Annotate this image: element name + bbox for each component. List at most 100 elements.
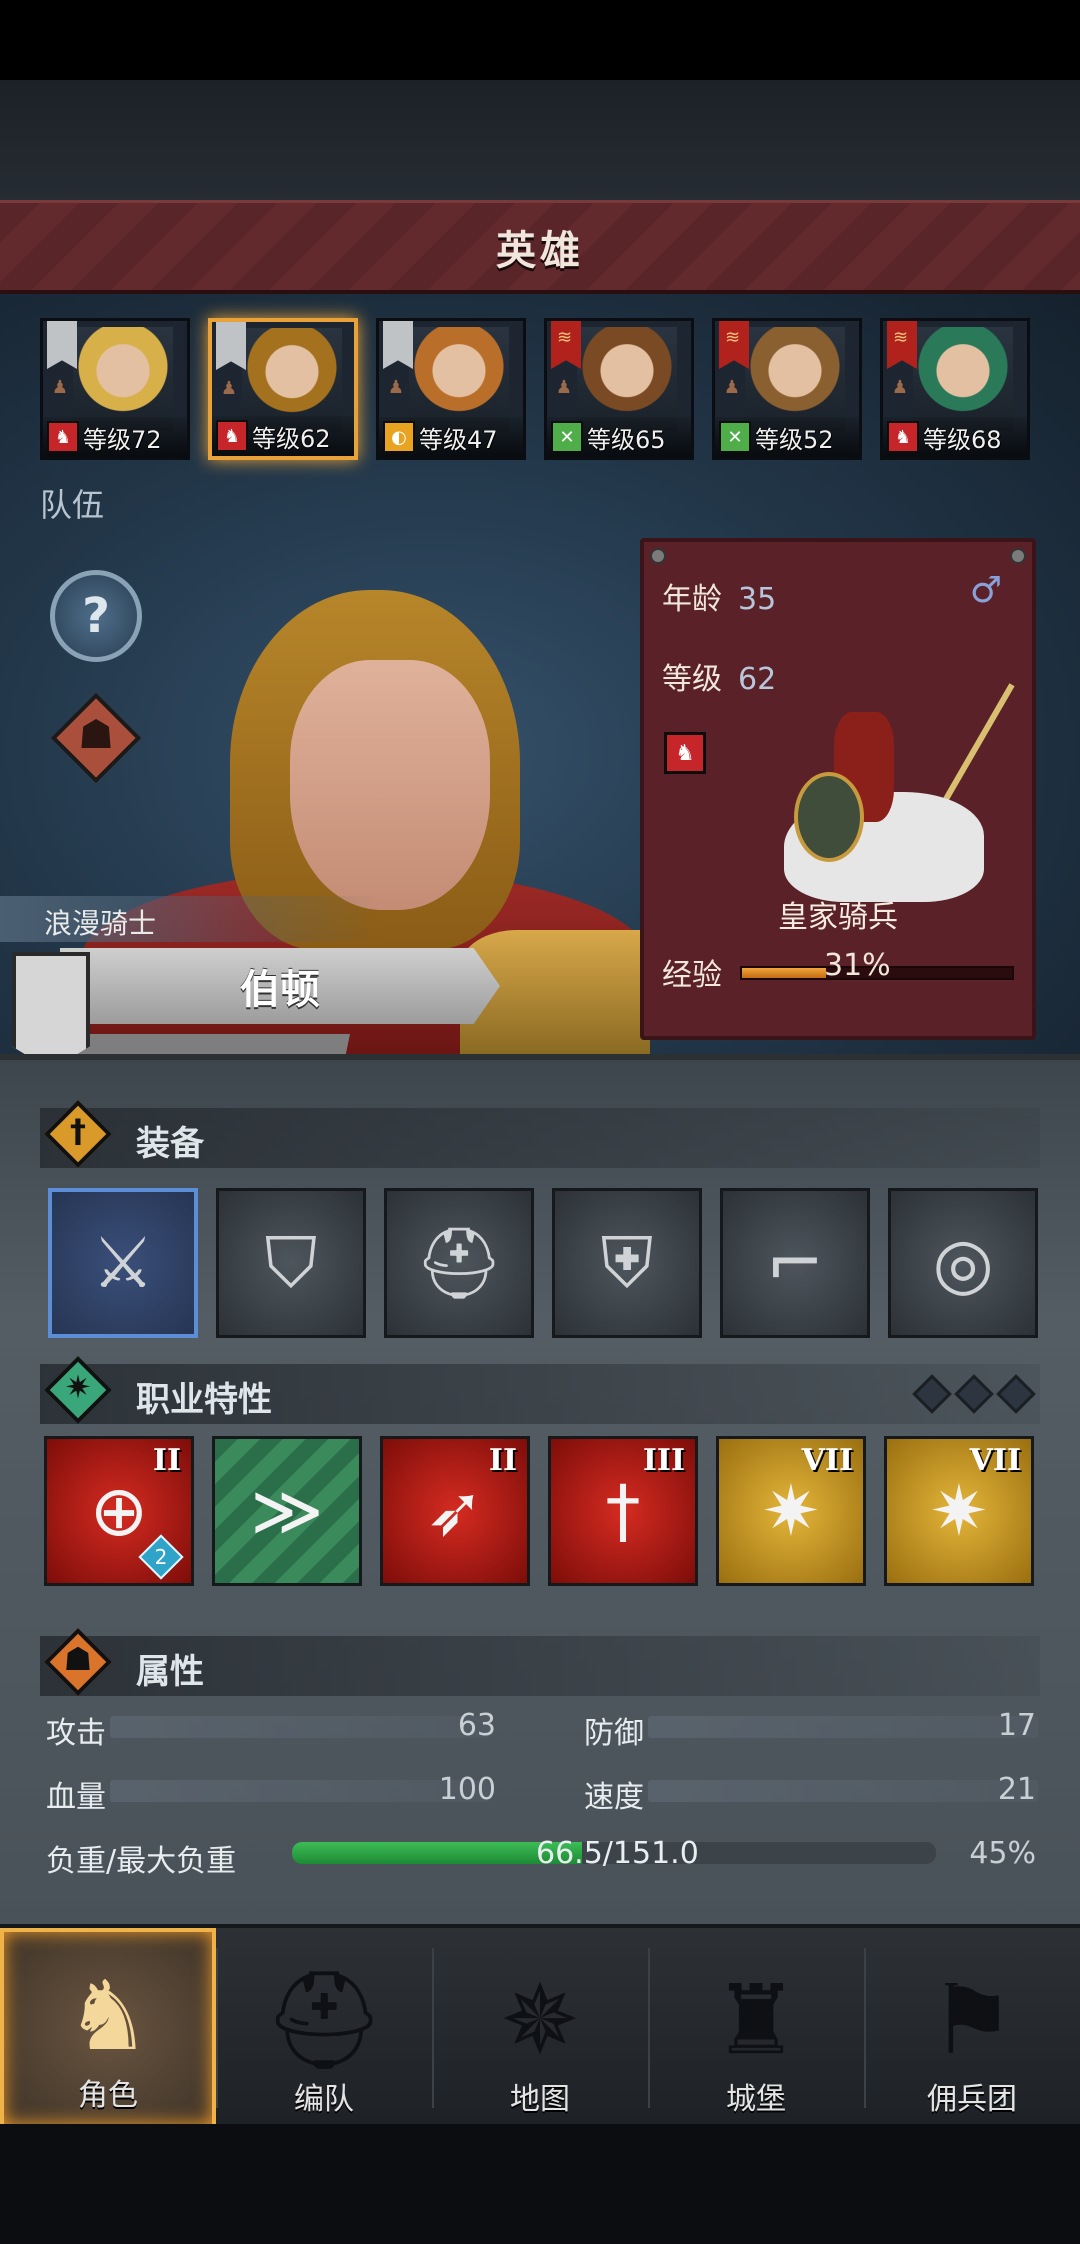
- status-bar: [0, 0, 1080, 80]
- soldier-icon: ♟: [387, 377, 405, 398]
- hero-banner-icon[interactable]: [12, 952, 90, 1070]
- nav-label: 城堡: [726, 2082, 786, 2117]
- trait-slots: ⊕ II 2 ≫ ➶ II † III ✷ VII ✷ VII: [44, 1436, 1038, 1592]
- nav-label: 角色: [78, 2078, 138, 2113]
- traits-title: 职业特性: [136, 1380, 272, 1420]
- trait-charge[interactable]: ⊕ II 2: [44, 1436, 194, 1586]
- hero-level: 等级72: [83, 425, 162, 454]
- male-icon: ♂: [969, 570, 1002, 611]
- equipment-section-icon: †: [44, 1100, 112, 1168]
- attack-label: 攻击: [46, 1716, 106, 1751]
- pennant-icon: [887, 321, 917, 369]
- trait-sword[interactable]: † III: [548, 1436, 698, 1586]
- nav-mercenaries[interactable]: ⚑ 佣兵团: [864, 1928, 1080, 2128]
- soldier-icon: ♟: [555, 377, 573, 398]
- attributes-title: 属性: [136, 1652, 204, 1692]
- equip-slot-shield[interactable]: ⛉: [216, 1188, 366, 1338]
- nav-map[interactable]: ✵ 地图: [432, 1928, 648, 2128]
- hero-card[interactable]: ♟ ✕等级65: [544, 318, 694, 460]
- nav-character[interactable]: ♞ 角色: [0, 1928, 216, 2128]
- helmet-icon: ⛑: [414, 1221, 504, 1304]
- banner-icon: ⚑: [928, 1964, 1016, 2076]
- trait-rank: VII: [969, 1443, 1021, 1478]
- trait-shield-burst[interactable]: ✷ VII: [884, 1436, 1034, 1586]
- hero-card[interactable]: ♟ ♞ 等级62: [208, 318, 358, 460]
- pennant-icon: [719, 321, 749, 369]
- equipment-slots: ⚔ ⛉ ⛑ ⛨ ⌐ ◎: [48, 1188, 1038, 1344]
- load-percent: 45%: [969, 1836, 1036, 1871]
- attributes-section-icon: ☗: [44, 1628, 112, 1696]
- bottom-nav: ♞ 角色 ⛑ 编队 ✵ 地图 ♜ 城堡 ⚑ 佣兵团: [0, 1924, 1080, 2128]
- hero-name: 伯顿: [240, 967, 320, 1013]
- shield-icon: ⛉: [264, 1221, 318, 1304]
- equip-slot-helmet[interactable]: ⛑: [384, 1188, 534, 1338]
- castle-icon: ♜: [712, 1964, 800, 2076]
- boots-icon: ⌐: [765, 1222, 825, 1304]
- knight-icon: ♞: [64, 1960, 152, 2072]
- exp-bar-fill: [742, 968, 826, 978]
- hero-card[interactable]: ♟ ♞等级68: [880, 318, 1030, 460]
- system-nav-area: [0, 2124, 1080, 2244]
- sword-icon: †: [605, 1470, 641, 1552]
- shield-burst-icon: ✷: [929, 1470, 989, 1552]
- exp-percent: 31%: [824, 948, 891, 983]
- hero-class-name: 浪漫骑士: [44, 907, 157, 940]
- horse-icon: ♞: [887, 421, 919, 453]
- trait-rank: VII: [801, 1443, 853, 1478]
- armor-icon: ⛨: [600, 1221, 654, 1304]
- equip-slot-ring[interactable]: ◎: [888, 1188, 1038, 1338]
- age-row: 年龄 35: [662, 574, 776, 618]
- page-title: 英雄: [496, 227, 584, 274]
- horse-icon: ♞: [664, 732, 706, 774]
- hero-card[interactable]: ♟ ♞ 等级72: [40, 318, 190, 460]
- soldier-icon: ♟: [51, 377, 69, 398]
- cross-icon: ✕: [551, 421, 583, 453]
- charge-target-icon: ⊕: [89, 1470, 149, 1552]
- trait-slots-indicator: [912, 1374, 1036, 1414]
- helmet-icon: ⛑: [263, 1964, 385, 2076]
- pennant-icon: [551, 321, 581, 369]
- shield-burst-icon: ✷: [761, 1470, 821, 1552]
- exp-label: 经验: [662, 958, 722, 993]
- trait-shield-arrow[interactable]: ➶ II: [380, 1436, 530, 1586]
- speed-label: 速度: [584, 1780, 644, 1815]
- pennant-icon: [47, 321, 77, 369]
- hero-card[interactable]: ♟ ✕等级52: [712, 318, 862, 460]
- soldier-icon: ♟: [220, 378, 238, 399]
- equip-slot-boots[interactable]: ⌐: [720, 1188, 870, 1338]
- hero-level: 等级52: [755, 425, 834, 454]
- hero-card[interactable]: ♟ ◐ 等级47: [376, 318, 526, 460]
- hero-portrait: [409, 327, 509, 431]
- defense-label: 防御: [584, 1716, 644, 1751]
- round-shield: [794, 772, 864, 862]
- hero-portrait: [913, 327, 1013, 431]
- hero-roster: ♟ ♞等级72 ♟ ♞等级62 ♟ ◐等级47 ♟ ✕等级65 ♟ ✕等级52 …: [40, 318, 1040, 460]
- level-label: 等级: [662, 662, 722, 697]
- hero-portrait: [577, 327, 677, 431]
- panel-stud: [650, 548, 666, 564]
- panel-stud: [1010, 548, 1026, 564]
- empty-slot-icon: [954, 1374, 994, 1414]
- hero-name-plate[interactable]: 伯顿: [60, 948, 500, 1024]
- nav-castle[interactable]: ♜ 城堡: [648, 1928, 864, 2128]
- trait-shield-burst[interactable]: ✷ VII: [716, 1436, 866, 1586]
- nav-label: 佣兵团: [927, 2082, 1017, 2117]
- age-value: 35: [738, 582, 777, 617]
- hero-level: 等级65: [587, 425, 666, 454]
- nav-label: 编队: [294, 2082, 354, 2117]
- trait-horse-wind[interactable]: ≫: [212, 1436, 362, 1586]
- traits-section-icon: ✷: [44, 1356, 112, 1424]
- sword-icon: ⚔: [91, 1222, 155, 1304]
- equip-slot-armor[interactable]: ⛨: [552, 1188, 702, 1338]
- load-label: 负重/最大负重: [46, 1844, 237, 1879]
- hero-portrait: [73, 327, 173, 431]
- title-banner: 英雄: [0, 200, 1080, 294]
- nav-label: 地图: [510, 2082, 570, 2117]
- soldier-icon: ♟: [723, 377, 741, 398]
- equip-slot-weapon[interactable]: ⚔: [48, 1188, 198, 1338]
- shield-arrow-icon: ➶: [425, 1470, 485, 1552]
- hero-level: 等级62: [252, 424, 331, 453]
- trait-rank: II: [152, 1443, 181, 1478]
- nav-formation[interactable]: ⛑ 编队: [216, 1928, 432, 2128]
- speed-value: 21: [997, 1772, 1036, 1807]
